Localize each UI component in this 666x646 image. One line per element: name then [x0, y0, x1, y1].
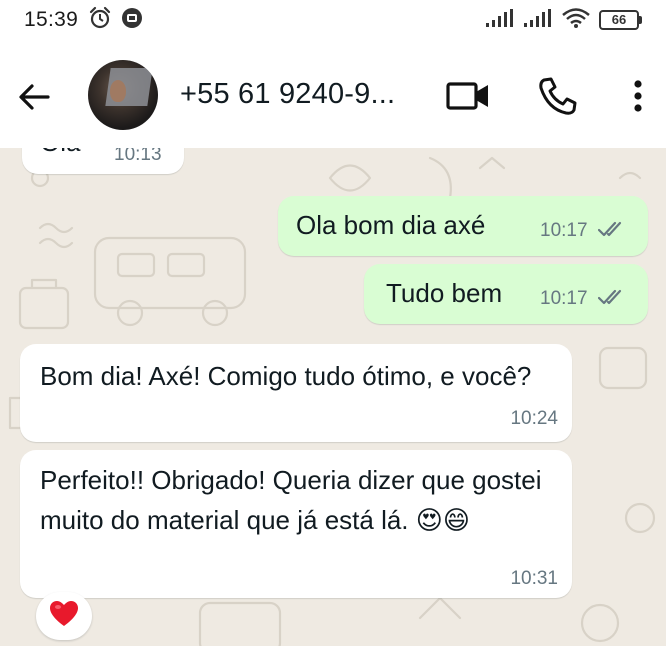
message-time: 10:13: [114, 148, 162, 165]
read-receipt-icon: [597, 288, 626, 311]
message-bubble-incoming[interactable]: Perfeito!! Obrigado! Queria dizer que go…: [20, 450, 572, 598]
message-time: 10:17: [540, 288, 588, 309]
message-reaction[interactable]: [36, 592, 92, 640]
battery-icon: 66: [599, 10, 642, 30]
heart-icon: [49, 600, 79, 633]
chat-area[interactable]: Ola 10:13 Ola bom dia axé 10:17 Tudo bem…: [0, 148, 666, 646]
alarm-icon: [88, 6, 112, 35]
message-bubble-incoming[interactable]: Ola 10:13: [22, 148, 184, 174]
status-time: 15:39: [24, 8, 79, 31]
message-text: Ola bom dia axé: [296, 210, 486, 240]
message-text: Ola: [40, 148, 80, 160]
chat-header: +55 61 9240-9...: [0, 40, 666, 152]
signal-icon: [485, 8, 515, 33]
avatar[interactable]: [88, 60, 158, 130]
message-text: Perfeito!! Obrigado! Queria dizer que go…: [40, 465, 542, 535]
contact-name[interactable]: +55 61 9240-9...: [180, 78, 395, 111]
message-bubble-outgoing[interactable]: Tudo bem 10:17: [364, 264, 648, 324]
wifi-icon: [561, 7, 591, 34]
message-bubble-outgoing[interactable]: Ola bom dia axé 10:17: [278, 196, 648, 256]
message-time: 10:17: [540, 220, 588, 241]
notification-icon: [120, 6, 144, 35]
video-call-icon[interactable]: [444, 76, 492, 116]
message-bubble-incoming[interactable]: Bom dia! Axé! Comigo tudo ótimo, e você?…: [20, 344, 572, 442]
status-bar: 15:39 66: [0, 0, 666, 40]
message-time: 10:31: [510, 568, 558, 589]
signal-icon: [523, 8, 553, 33]
message-text: Tudo bem: [386, 278, 503, 308]
voice-call-icon[interactable]: [536, 74, 580, 118]
message-text: Bom dia! Axé! Comigo tudo ótimo, e você?: [40, 361, 532, 391]
back-arrow-icon[interactable]: [14, 77, 54, 117]
battery-level: 66: [599, 10, 639, 30]
message-time: 10:24: [510, 408, 558, 429]
more-options-icon[interactable]: [628, 74, 648, 118]
read-receipt-icon: [597, 220, 626, 243]
